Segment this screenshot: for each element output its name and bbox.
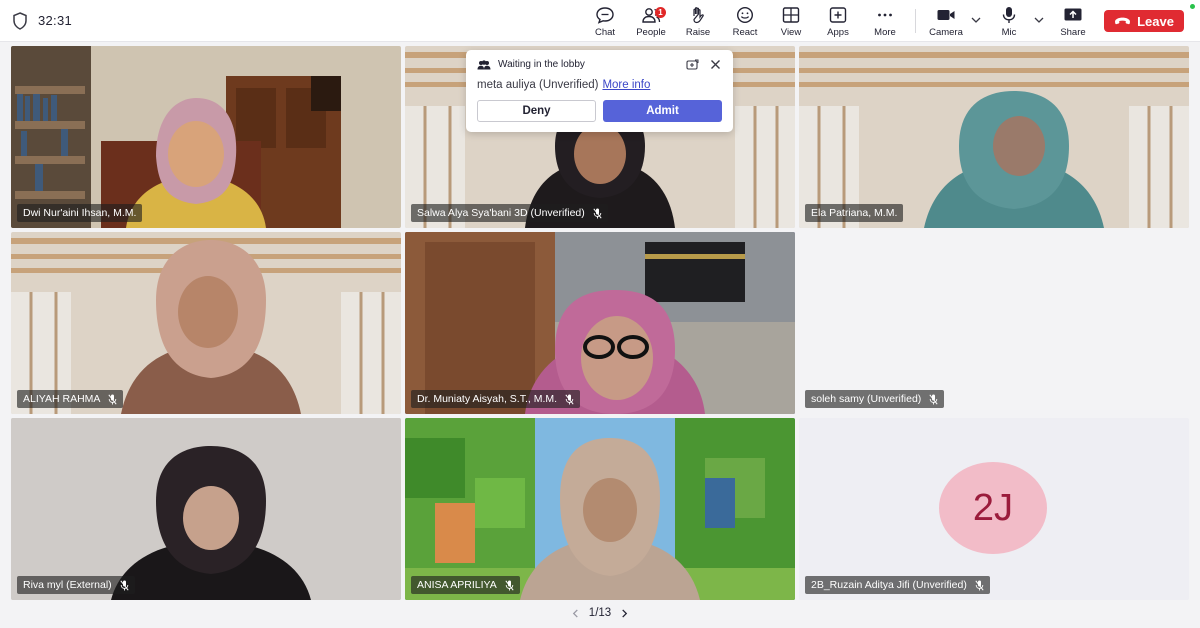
raise-hand-button[interactable]: Raise — [674, 6, 722, 40]
more-button[interactable]: More — [861, 6, 909, 40]
more-info-link[interactable]: More info — [602, 79, 650, 91]
muted-mic-icon — [120, 579, 129, 591]
video-tile[interactable]: Ela Patriana, M.M. — [799, 46, 1189, 228]
muted-mic-icon — [108, 393, 118, 405]
participant-name-tag: Dr. Muniaty Aisyah, S.T., M.M. — [411, 390, 581, 408]
previous-page-button[interactable] — [568, 606, 582, 620]
message-icon[interactable] — [686, 59, 699, 71]
phone-hangup-icon — [1115, 17, 1131, 25]
share-label: Share — [1060, 27, 1086, 38]
participant-name-tag: Riva myl (External) — [17, 576, 135, 594]
meeting-timer: 32:31 — [38, 13, 73, 28]
video-tile[interactable]: Riva myl (External) — [11, 418, 401, 600]
avatar-initials: 2J — [972, 486, 1014, 529]
camera-options-chevron-icon[interactable] — [969, 15, 983, 25]
leave-label: Leave — [1137, 13, 1174, 29]
next-page-button[interactable] — [618, 606, 632, 620]
smiley-icon — [736, 6, 754, 24]
deny-button[interactable]: Deny — [477, 100, 596, 122]
muted-mic-icon — [565, 393, 574, 405]
participant-name-tag: Salwa Alya Sya'bani 3D (Unverified) — [411, 204, 608, 222]
camera-off-tile[interactable]: soleh samy (Unverified) — [799, 232, 1189, 414]
page-indicator: 1/13 — [588, 607, 612, 619]
video-camera-icon — [937, 10, 955, 20]
close-icon[interactable] — [710, 59, 721, 70]
chevron-left-icon — [572, 608, 578, 618]
chat-label: Chat — [594, 27, 616, 38]
gallery-pager: 1/13 — [568, 605, 632, 621]
participant-video — [520, 438, 700, 600]
muted-mic-icon — [593, 207, 602, 219]
participant-name-tag: ALIYAH RAHMA — [17, 390, 124, 408]
grid-view-icon — [782, 7, 800, 23]
more-label: More — [874, 27, 896, 38]
video-tile[interactable]: Dwi Nur'aini Ihsan, M.M. — [11, 46, 401, 228]
apps-label: Apps — [827, 27, 849, 38]
admit-button[interactable]: Admit — [603, 100, 722, 122]
muted-mic-icon — [505, 579, 514, 591]
share-button[interactable]: Share — [1049, 6, 1097, 40]
participant-name-tag: soleh samy (Unverified) — [805, 390, 945, 408]
react-label: React — [732, 27, 758, 38]
lobby-header: Waiting in the lobby — [477, 59, 585, 70]
video-tile[interactable]: ANISA APRILIYA — [405, 418, 795, 600]
view-button[interactable]: View — [767, 6, 815, 40]
active-speaker-tile[interactable]: Dr. Muniaty Aisyah, S.T., M.M. — [405, 232, 795, 414]
toolbar-divider — [915, 9, 916, 33]
camera-label: Camera — [929, 27, 963, 38]
camera-button[interactable]: Camera — [922, 6, 970, 40]
lobby-participant-name: meta auliya (Unverified) — [477, 79, 599, 91]
video-tile[interactable]: ALIYAH RAHMA — [11, 232, 401, 414]
people-button[interactable]: 1 People — [627, 6, 675, 40]
microphone-icon — [1002, 7, 1016, 23]
view-label: View — [780, 27, 802, 38]
hand-icon — [693, 7, 704, 24]
people-count-badge: 1 — [655, 7, 666, 18]
mic-button[interactable]: Mic — [985, 6, 1033, 40]
participant-video — [924, 91, 1104, 228]
muted-mic-icon — [929, 393, 938, 405]
raise-label: Raise — [685, 27, 711, 38]
participant-video — [121, 240, 301, 414]
mic-options-chevron-icon[interactable] — [1032, 15, 1046, 25]
lobby-title: Waiting in the lobby — [498, 59, 585, 70]
participant-name-tag: ANISA APRILIYA — [411, 576, 520, 594]
chat-icon — [596, 7, 614, 24]
lobby-participant: meta auliya (Unverified) More info — [477, 79, 650, 91]
avatar: 2J — [939, 462, 1047, 554]
share-screen-icon — [1064, 8, 1082, 21]
people-group-icon — [477, 59, 491, 69]
people-label: People — [636, 27, 666, 38]
participant-name-tag: 2B_Ruzain Aditya Jifi (Unverified) — [805, 576, 990, 594]
meeting-toolbar: 32:31 Chat 1 People Raise React View App… — [0, 0, 1200, 42]
lobby-notification: Waiting in the lobby meta auliya (Unveri… — [466, 50, 733, 132]
more-dots-icon — [878, 13, 892, 17]
leave-button[interactable]: Leave — [1104, 10, 1184, 32]
muted-mic-icon — [975, 579, 984, 591]
chat-button[interactable]: Chat — [581, 6, 629, 40]
connection-status-dot — [1190, 4, 1195, 9]
participant-name-tag: Dwi Nur'aini Ihsan, M.M. — [17, 204, 143, 222]
security-shield-icon[interactable] — [12, 12, 28, 30]
mic-label: Mic — [1001, 27, 1017, 38]
apps-button[interactable]: Apps — [814, 6, 862, 40]
chevron-right-icon — [622, 608, 628, 618]
participant-video — [111, 446, 311, 600]
participant-name-tag: Ela Patriana, M.M. — [805, 204, 904, 222]
avatar-tile[interactable]: 2J 2B_Ruzain Aditya Jifi (Unverified) — [799, 418, 1189, 600]
apps-icon — [829, 7, 847, 23]
react-button[interactable]: React — [721, 6, 769, 40]
